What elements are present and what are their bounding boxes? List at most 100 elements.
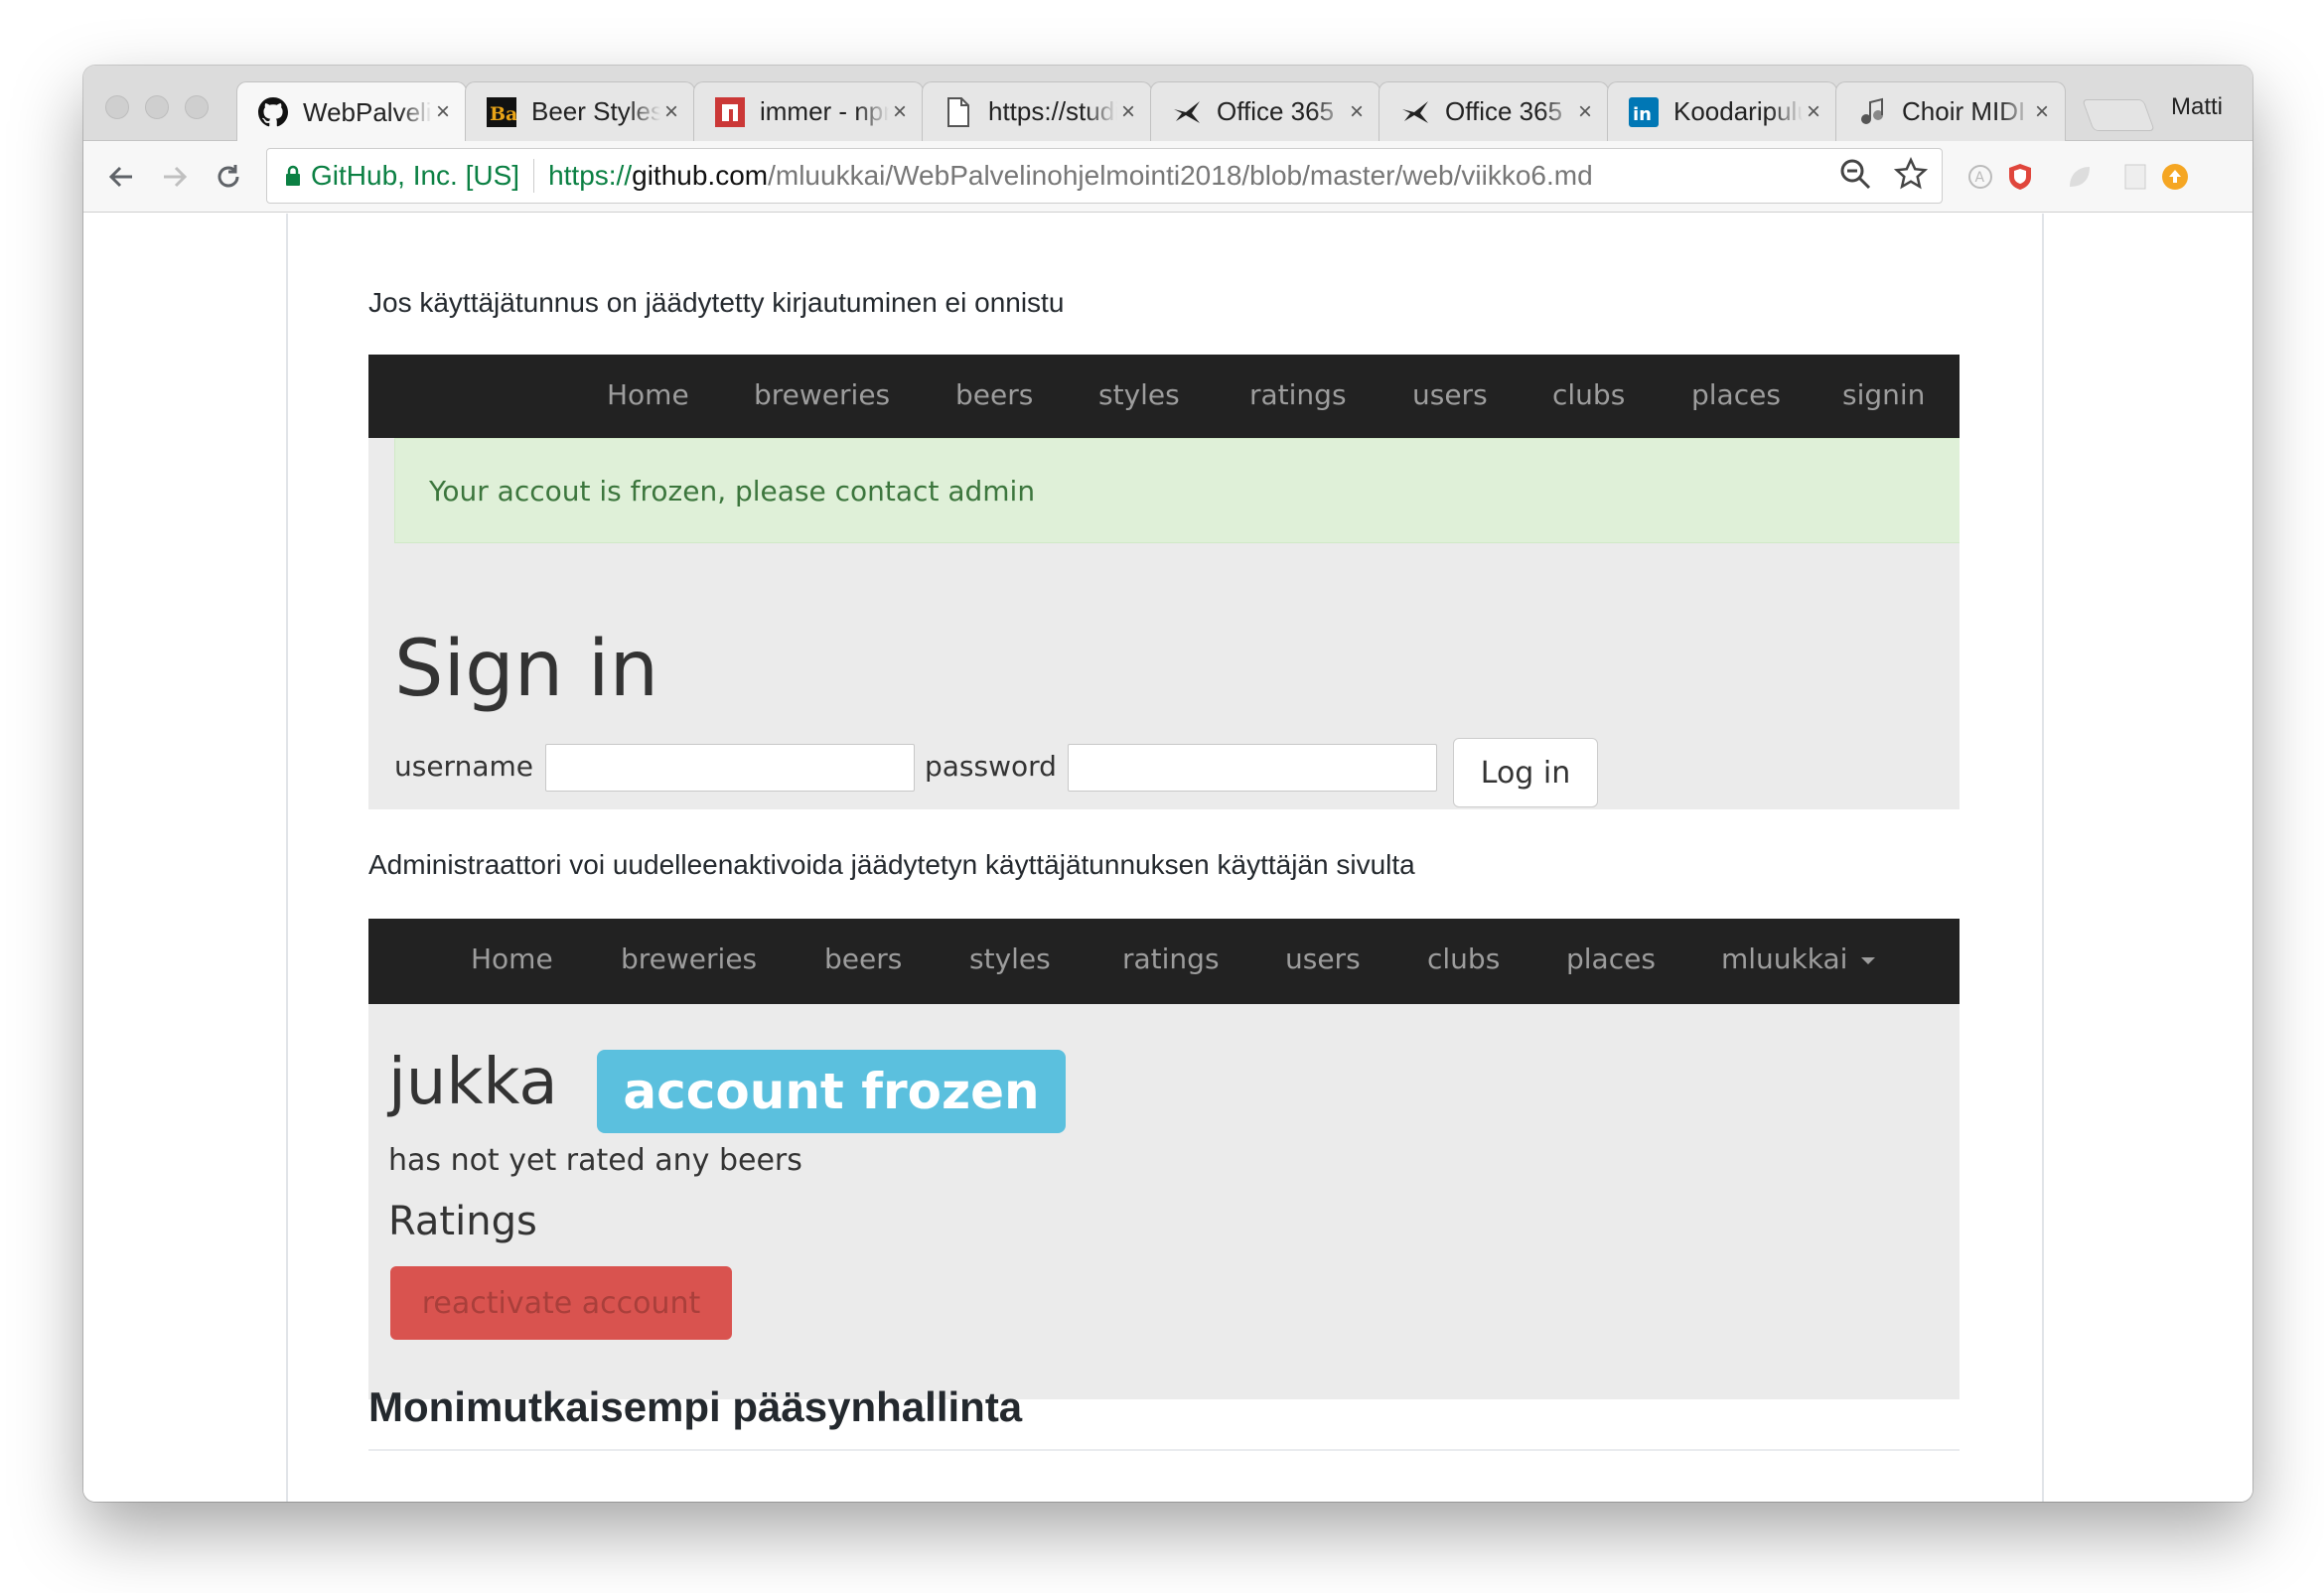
update-badge-icon[interactable] [2155, 157, 2195, 197]
tab-office-365[interactable]: Office 365 × [1150, 81, 1380, 141]
bookmark-star-icon[interactable] [1893, 156, 1929, 198]
nav-breweries[interactable]: breweries [754, 378, 890, 411]
office-bird-icon [1171, 96, 1203, 128]
nav-clubs[interactable]: clubs [1427, 942, 1500, 975]
tab-github[interactable]: WebPalvelinohjelmointi2018 × [236, 81, 467, 142]
tab-koodaripulu[interactable]: in Koodaripulu × [1607, 81, 1837, 141]
content-border-left [286, 214, 288, 1502]
choir-icon [1856, 96, 1888, 128]
nav-places[interactable]: places [1691, 378, 1781, 411]
zoom-icon[interactable] [1838, 157, 1872, 198]
nav-user-dropdown[interactable]: mluukkai [1721, 942, 1876, 975]
security-label: GitHub, Inc. [US] [311, 160, 520, 191]
nav-home[interactable]: Home [607, 378, 689, 411]
tab-close-icon[interactable]: × [1346, 99, 1368, 124]
nav-ratings[interactable]: ratings [1249, 378, 1347, 411]
nav-styles[interactable]: styles [1098, 378, 1180, 411]
forward-button[interactable] [153, 155, 197, 199]
login-button[interactable]: Log in [1453, 738, 1598, 807]
nav-clubs[interactable]: clubs [1552, 378, 1625, 411]
ratings-heading: Ratings [388, 1199, 537, 1244]
nav-users[interactable]: users [1412, 378, 1488, 411]
nav-styles[interactable]: styles [969, 942, 1051, 975]
zoom-window-button[interactable] [185, 95, 209, 119]
tab-close-icon[interactable]: × [432, 100, 454, 124]
back-arrow-icon [108, 166, 132, 188]
profile-name[interactable]: Matti [2171, 93, 2223, 121]
shield-extension-icon[interactable] [2000, 157, 2040, 197]
nav-places[interactable]: places [1566, 942, 1656, 975]
password-label: password [925, 750, 1057, 783]
nav-ratings[interactable]: ratings [1122, 942, 1220, 975]
embedded-screenshot-user: Home breweries beers styles ratings user… [368, 919, 1960, 1399]
reload-icon [218, 165, 239, 188]
extension-a-icon[interactable]: A [1961, 157, 2000, 197]
browser-window: WebPalvelinohjelmointi2018 × Ba Beer Sty… [83, 66, 2252, 1502]
tab-immer[interactable]: immer - npm × [693, 81, 924, 141]
tab-close-icon[interactable]: × [1117, 99, 1139, 124]
tab-title: Office 365 [1445, 96, 1563, 126]
svg-text:A: A [1975, 170, 1985, 186]
page-content: Jos käyttäjätunnus on jäädytetty kirjaut… [83, 214, 2252, 1502]
github-icon [257, 96, 289, 128]
extension-leaf-icon[interactable] [2060, 157, 2100, 197]
nav-home[interactable]: Home [471, 942, 553, 975]
back-button[interactable] [99, 155, 143, 199]
username-label: username [394, 750, 533, 783]
username-input[interactable] [545, 744, 915, 792]
tab-close-icon[interactable]: × [1574, 99, 1596, 124]
caret-down-icon [1861, 956, 1876, 964]
tab-studies[interactable]: https://studies × [922, 81, 1152, 141]
tab-office-365-2[interactable]: Office 365 × [1379, 81, 1609, 141]
nav-beers[interactable]: beers [824, 942, 902, 975]
svg-text:in: in [1633, 104, 1652, 125]
embedded-screenshot-signin: Home breweries beers styles ratings user… [368, 355, 1960, 809]
tab-beer-styles[interactable]: Ba Beer Styles × [465, 81, 695, 141]
app-navbar: Home breweries beers styles ratings user… [368, 355, 1960, 438]
minimize-window-button[interactable] [145, 95, 169, 119]
paragraph-frozen: Jos käyttäjätunnus on jäädytetty kirjaut… [368, 287, 1065, 318]
lock-icon [286, 165, 300, 186]
nav-beers[interactable]: beers [955, 378, 1033, 411]
close-window-button[interactable] [105, 95, 129, 119]
npm-icon [714, 96, 746, 128]
tab-choir-midi[interactable]: Choir MIDI × [1835, 81, 2066, 141]
tab-close-icon[interactable]: × [1803, 99, 1824, 124]
reload-button[interactable] [207, 155, 250, 199]
nav-users[interactable]: users [1285, 942, 1361, 975]
tab-title: WebPalvelinohjelmointi2018 [303, 96, 432, 127]
new-tab-button[interactable] [2082, 99, 2155, 131]
tab-close-icon[interactable]: × [660, 99, 682, 124]
reactivate-account-button[interactable]: reactivate account [390, 1266, 732, 1340]
nav-signin[interactable]: signin [1842, 378, 1925, 411]
tab-strip: WebPalvelinohjelmointi2018 × Ba Beer Sty… [83, 66, 2252, 142]
office-bird-icon [1399, 96, 1431, 128]
svg-text:Ba: Ba [490, 103, 516, 125]
tab-title: Office 365 [1217, 96, 1335, 126]
app-navbar: Home breweries beers styles ratings user… [368, 919, 1960, 1004]
page-icon [943, 96, 974, 128]
omnibox-divider [533, 159, 535, 193]
frozen-alert: Your accout is frozen, please contact ad… [394, 438, 1960, 543]
linkedin-icon: in [1628, 96, 1660, 128]
no-ratings-text: has not yet rated any beers [388, 1143, 802, 1178]
paragraph-admin: Administraattori voi uudelleenaktivoida … [368, 849, 1415, 880]
address-bar[interactable]: GitHub, Inc. [US] https://github.com/mlu… [266, 148, 1943, 204]
content-border-right [2042, 214, 2044, 1502]
url-host: github.com [632, 160, 769, 191]
user-name-heading: jukka [388, 1046, 558, 1119]
tab-close-icon[interactable]: × [889, 99, 911, 124]
extension-page-icon[interactable] [2115, 157, 2155, 197]
section-heading: Monimutkaisempi pääsynhallinta [368, 1383, 1023, 1430]
signin-heading: Sign in [394, 625, 659, 714]
tab-title: Beer Styles [531, 96, 660, 126]
tab-title: immer - npm [760, 96, 889, 126]
forward-arrow-icon [164, 166, 188, 188]
url-path: /mluukkai/WebPalvelinohjelmointi2018/blo… [768, 160, 1593, 191]
nav-username: mluukkai [1721, 942, 1848, 975]
nav-breweries[interactable]: breweries [621, 942, 757, 975]
browser-toolbar: GitHub, Inc. [US] https://github.com/mlu… [83, 141, 2252, 213]
tab-close-icon[interactable]: × [2031, 99, 2053, 124]
user-page: jukka account frozen has not yet rated a… [368, 1004, 1960, 1399]
password-input[interactable] [1068, 744, 1437, 792]
